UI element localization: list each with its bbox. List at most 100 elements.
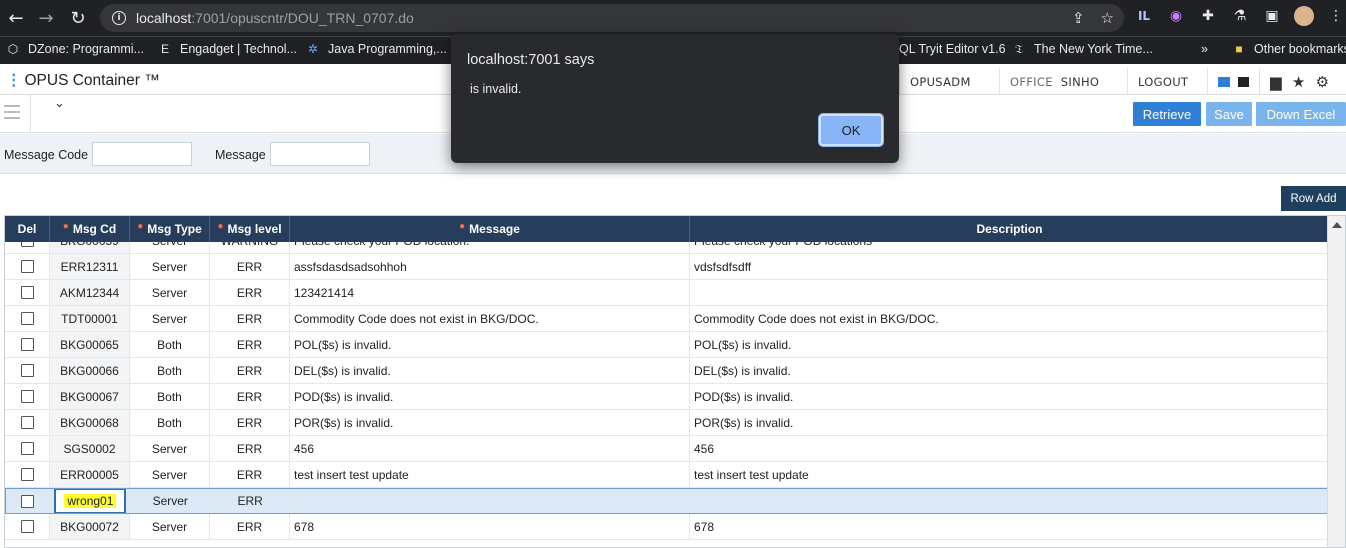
msg-level-cell[interactable]: ERR (210, 410, 290, 435)
msg-level-cell[interactable]: ERR (210, 254, 290, 279)
delete-checkbox[interactable] (20, 416, 34, 429)
extension-globe-icon[interactable]: ◉ (1166, 6, 1186, 26)
table-row[interactable]: BKG00072 Server ERR 678 678 (5, 514, 1329, 540)
msg-level-cell[interactable]: ERR (210, 436, 290, 461)
delete-checkbox[interactable] (20, 338, 34, 351)
delete-checkbox[interactable] (20, 520, 34, 533)
description-cell[interactable]: 456 (690, 436, 1329, 461)
favorite-star-icon[interactable]: ★ (1292, 73, 1306, 91)
table-row[interactable]: wrong01 Server ERR (5, 488, 1329, 514)
msg-level-cell[interactable]: ERR (211, 489, 291, 513)
bookmarks-overflow[interactable]: » (1201, 42, 1208, 56)
url-text[interactable]: localhost:7001/opuscntr/DOU_TRN_0707.do (136, 10, 414, 26)
message-cell[interactable]: DEL($s) is invalid. (290, 358, 690, 383)
message-cell[interactable]: Please check your POD location. (290, 242, 690, 253)
document-icon[interactable]: ▆ (1270, 73, 1282, 91)
msg-cd-cell[interactable]: BKG00072 (50, 514, 130, 539)
message-input[interactable] (270, 142, 370, 166)
message-cell[interactable]: POD($s) is invalid. (290, 384, 690, 409)
message-cell[interactable]: 456 (290, 436, 690, 461)
delete-checkbox[interactable] (20, 242, 34, 247)
message-cell[interactable]: assfsdasdsadsohhoh (290, 254, 690, 279)
msg-cd-cell[interactable]: ERR12311 (50, 254, 130, 279)
extensions-puzzle-icon[interactable]: ✚ (1198, 6, 1218, 26)
msg-type-cell[interactable]: Both (130, 410, 210, 435)
forward-icon[interactable]: → (34, 6, 58, 30)
ok-button[interactable]: OK (818, 113, 884, 147)
description-cell[interactable]: POL($s) is invalid. (690, 332, 1329, 357)
msg-cd-cell[interactable]: TDT00001 (50, 306, 130, 331)
bookmark-star-icon[interactable]: ☆ (1101, 9, 1114, 27)
msg-type-cell[interactable]: Server (130, 254, 210, 279)
msg-type-cell[interactable]: Server (130, 242, 210, 253)
menu-hamburger-icon[interactable] (4, 105, 20, 119)
col-header-message[interactable]: ● Message (290, 216, 690, 242)
description-cell[interactable]: Please check your POD locations (690, 242, 1329, 253)
msg-code-input[interactable] (92, 142, 192, 166)
bookmark-item[interactable]: ⬡ DZone: Programmi... (6, 42, 144, 56)
delete-checkbox[interactable] (20, 364, 34, 377)
share-icon[interactable]: ⇪ (1072, 9, 1085, 27)
msg-cd-cell[interactable]: AKM12344 (50, 280, 130, 305)
bookmark-item[interactable]: QL Tryit Editor v1.6 (899, 42, 1006, 56)
msg-level-cell[interactable]: ERR (210, 514, 290, 539)
delete-checkbox[interactable] (21, 494, 35, 508)
msg-level-cell[interactable]: ERR (210, 332, 290, 357)
msg-level-cell[interactable]: ERR (210, 462, 290, 487)
message-cell[interactable]: test insert test update (290, 462, 690, 487)
msg-cd-cell[interactable]: BKG00068 (50, 410, 130, 435)
msg-type-cell[interactable]: Server (130, 462, 210, 487)
msg-cd-editor[interactable]: wrong01 (54, 489, 127, 513)
msg-cd-cell[interactable]: ERR00005 (50, 462, 130, 487)
table-row[interactable]: ERR12311 Server ERR assfsdasdsadsohhoh vdsfs… (5, 254, 1329, 280)
delete-checkbox[interactable] (20, 468, 34, 481)
msg-type-cell[interactable]: Server (131, 489, 211, 513)
scroll-up-arrow-icon[interactable] (1332, 222, 1342, 228)
side-panel-icon[interactable]: ▣ (1262, 6, 1282, 26)
message-cell[interactable]: 123421414 (290, 280, 690, 305)
delete-checkbox[interactable] (20, 312, 34, 325)
layout-full-icon[interactable] (1237, 76, 1249, 87)
msg-type-cell[interactable]: Both (130, 384, 210, 409)
extension-il-icon[interactable]: IL (1134, 6, 1154, 26)
msg-level-cell[interactable]: ERR (210, 306, 290, 331)
description-cell[interactable]: POR($s) is invalid. (690, 410, 1329, 435)
col-header-msg-level[interactable]: ● Msg level (210, 216, 290, 242)
message-cell[interactable] (291, 489, 690, 513)
msg-level-cell[interactable]: ERR (210, 358, 290, 383)
msg-type-cell[interactable]: Server (130, 436, 210, 461)
table-row[interactable]: TDT00001 Server ERR Commodity Code does not… (5, 306, 1329, 332)
menu-kebab-icon[interactable]: ⋮ (1326, 6, 1346, 26)
col-header-del[interactable]: Del (5, 216, 50, 242)
down-excel-button[interactable]: Down Excel (1256, 102, 1346, 126)
message-cell[interactable]: POL($s) is invalid. (290, 332, 690, 357)
description-cell[interactable] (690, 489, 1328, 513)
col-header-msg-type[interactable]: ● Msg Type (130, 216, 210, 242)
table-row[interactable]: BKG00068 Both ERR POR($s) is invalid. POR($s… (5, 410, 1329, 436)
reload-icon[interactable]: ↻ (66, 6, 90, 30)
delete-checkbox[interactable] (20, 260, 34, 273)
grid-vertical-scrollbar[interactable] (1327, 216, 1345, 547)
delete-checkbox[interactable] (20, 442, 34, 455)
col-header-description[interactable]: Description (690, 216, 1329, 242)
site-info-icon[interactable]: i (112, 11, 126, 25)
description-cell[interactable]: vdsfsdfsdff (690, 254, 1329, 279)
save-button[interactable]: Save (1206, 102, 1252, 126)
msg-type-cell[interactable]: Both (130, 358, 210, 383)
settings-gear-icon[interactable]: ⚙ (1316, 73, 1330, 91)
msg-cd-cell[interactable]: BKG00066 (50, 358, 130, 383)
table-row[interactable]: BKG00067 Both ERR POD($s) is invalid. POD($s… (5, 384, 1329, 410)
table-row[interactable]: BKG00065 Both ERR POL($s) is invalid. POL($s… (5, 332, 1329, 358)
description-cell[interactable]: POD($s) is invalid. (690, 384, 1329, 409)
retrieve-button[interactable]: Retrieve (1133, 102, 1201, 126)
row-add-button[interactable]: Row Add (1281, 186, 1346, 211)
col-header-msg-cd[interactable]: ● Msg Cd (50, 216, 130, 242)
message-cell[interactable]: Commodity Code does not exist in BKG/DOC… (290, 306, 690, 331)
description-cell[interactable]: Commodity Code does not exist in BKG/DOC… (690, 306, 1329, 331)
delete-checkbox[interactable] (20, 390, 34, 403)
msg-level-cell[interactable]: ERR (210, 384, 290, 409)
labs-flask-icon[interactable]: ⚗ (1230, 6, 1250, 26)
msg-cd-cell[interactable]: BKG00059 (50, 242, 130, 253)
msg-type-cell[interactable]: Server (130, 280, 210, 305)
description-cell[interactable]: DEL($s) is invalid. (690, 358, 1329, 383)
